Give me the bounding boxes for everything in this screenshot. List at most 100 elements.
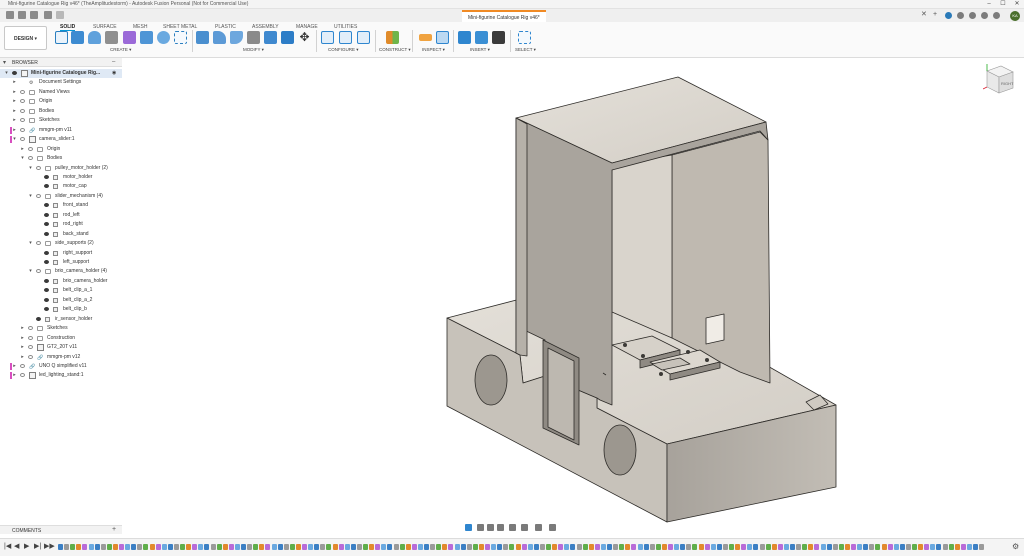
chevron-down-icon[interactable]: ▾ bbox=[28, 193, 33, 199]
browser-item[interactable]: ▾ Bodies bbox=[0, 154, 122, 163]
timeline-feature-icon[interactable] bbox=[485, 544, 490, 550]
timeline-feature-icon[interactable] bbox=[289, 544, 295, 550]
mirror-icon[interactable] bbox=[174, 31, 187, 44]
visibility-eye-icon[interactable] bbox=[36, 193, 41, 198]
fit-icon[interactable] bbox=[509, 524, 516, 531]
fillet-icon[interactable] bbox=[213, 31, 226, 44]
activate-radio-icon[interactable]: ◉ bbox=[112, 70, 116, 76]
timeline-feature-icon[interactable] bbox=[924, 544, 930, 550]
chevron-right-icon[interactable]: ▸ bbox=[20, 354, 25, 360]
timeline-feature-icon[interactable] bbox=[491, 544, 497, 550]
split-body-icon[interactable] bbox=[281, 31, 294, 44]
timeline-feature-icon[interactable] bbox=[161, 544, 167, 550]
inspect-menu[interactable]: INSPECT ▾ bbox=[422, 47, 445, 53]
timeline-feature-icon[interactable] bbox=[668, 544, 673, 550]
timeline-feature-icon[interactable] bbox=[167, 544, 173, 550]
timeline-feature-icon[interactable] bbox=[259, 544, 265, 550]
timeline-feature-icon[interactable] bbox=[692, 544, 698, 550]
timeline-feature-icon[interactable] bbox=[381, 544, 387, 550]
timeline-feature-icon[interactable] bbox=[607, 544, 612, 550]
timeline-feature-icon[interactable] bbox=[363, 544, 368, 550]
timeline-feature-icon[interactable] bbox=[149, 544, 155, 550]
browser-item[interactable]: ▸ Bodies bbox=[0, 107, 122, 116]
new-tab-icon[interactable]: + bbox=[933, 11, 941, 19]
timeline-feature-icon[interactable] bbox=[192, 544, 198, 550]
timeline-feature-icon[interactable] bbox=[698, 544, 704, 550]
timeline-feature-icon[interactable] bbox=[716, 544, 722, 550]
timeline-feature-icon[interactable] bbox=[228, 544, 234, 550]
visibility-eye-icon[interactable] bbox=[20, 89, 25, 94]
workspace-switcher[interactable]: DESIGN ▾ bbox=[4, 26, 47, 50]
tab-utilities[interactable]: UTILITIES bbox=[334, 24, 357, 30]
timeline-feature-icon[interactable] bbox=[265, 544, 271, 550]
visibility-eye-icon[interactable] bbox=[20, 108, 25, 113]
visibility-eye-icon[interactable] bbox=[44, 184, 49, 189]
visibility-eye-icon[interactable] bbox=[28, 354, 33, 359]
timeline-feature-icon[interactable] bbox=[198, 544, 204, 550]
browser-item[interactable]: rod_left bbox=[0, 211, 122, 220]
look-at-icon[interactable] bbox=[477, 524, 484, 531]
chevron-right-icon[interactable]: ▸ bbox=[12, 98, 17, 104]
browser-item[interactable]: ▸ led_lighting_stand:1 bbox=[0, 371, 122, 380]
browser-item[interactable]: belt_clip_a_1 bbox=[0, 286, 122, 295]
timeline-feature-icon[interactable] bbox=[533, 544, 539, 550]
timeline-feature-icon[interactable] bbox=[729, 544, 734, 550]
timeline-feature-icon[interactable] bbox=[893, 544, 899, 550]
chevron-right-icon[interactable]: ▸ bbox=[12, 79, 17, 85]
timeline-feature-icon[interactable] bbox=[960, 544, 966, 550]
chevron-right-icon[interactable]: ▸ bbox=[12, 108, 17, 114]
timeline-feature-icon[interactable] bbox=[783, 544, 789, 550]
timeline-feature-icon[interactable] bbox=[308, 544, 314, 550]
timeline-feature-icon[interactable] bbox=[64, 544, 70, 550]
add-comment-icon[interactable]: + bbox=[112, 526, 116, 533]
comments-panel[interactable]: COMMENTS + bbox=[0, 525, 122, 534]
canvas-viewport[interactable] bbox=[122, 58, 1024, 524]
timeline-feature-icon[interactable] bbox=[326, 544, 332, 550]
timeline-feature-icon[interactable] bbox=[875, 544, 881, 550]
timeline-feature-icon[interactable] bbox=[686, 544, 692, 550]
timeline-feature-icon[interactable] bbox=[808, 544, 814, 550]
timeline-feature-icon[interactable] bbox=[332, 544, 338, 550]
notifications-icon[interactable] bbox=[981, 12, 988, 19]
model-render[interactable] bbox=[122, 58, 1024, 524]
visibility-eye-icon[interactable] bbox=[20, 137, 25, 142]
timeline-start-button[interactable]: |◀ bbox=[4, 542, 11, 550]
timeline-feature-icon[interactable] bbox=[625, 544, 631, 550]
timeline-feature-icon[interactable] bbox=[747, 544, 753, 550]
display-settings-icon[interactable] bbox=[521, 524, 528, 531]
timeline-feature-icon[interactable] bbox=[503, 544, 509, 550]
offset-plane-icon[interactable] bbox=[386, 31, 399, 44]
timeline-back-button[interactable]: ◀ bbox=[14, 542, 19, 550]
timeline-feature-icon[interactable] bbox=[387, 544, 393, 550]
close-window-button[interactable]: ✕ bbox=[1010, 0, 1024, 9]
visibility-eye-icon[interactable] bbox=[44, 297, 49, 302]
tab-plastic[interactable]: PLASTIC bbox=[215, 24, 236, 30]
timeline-feature-icon[interactable] bbox=[570, 544, 576, 550]
timeline-feature-icon[interactable] bbox=[70, 544, 76, 550]
timeline-feature-icon[interactable] bbox=[186, 544, 192, 550]
browser-item[interactable]: ▸ 🔗 UNO Q simplified v11 bbox=[0, 362, 122, 371]
timeline-feature-icon[interactable] bbox=[600, 544, 606, 550]
timeline-feature-icon[interactable] bbox=[552, 544, 558, 550]
timeline-feature-icon[interactable] bbox=[838, 544, 844, 550]
chevron-down-icon[interactable]: ▾ bbox=[3, 59, 6, 66]
timeline-feature-icon[interactable] bbox=[241, 544, 246, 550]
timeline-feature-icon[interactable] bbox=[204, 544, 210, 550]
timeline-feature-icon[interactable] bbox=[515, 544, 521, 550]
extrude-icon[interactable] bbox=[71, 31, 84, 44]
browser-item[interactable]: ▸ ⚙ Document Settings bbox=[0, 78, 122, 87]
timeline-feature-icon[interactable] bbox=[295, 544, 301, 550]
visibility-eye-icon[interactable] bbox=[36, 241, 41, 246]
browser-item[interactable]: ▸ 🔗 mmgm-pm v12 bbox=[0, 353, 122, 362]
timeline-feature-icon[interactable] bbox=[320, 544, 326, 550]
timeline-feature-icon[interactable] bbox=[973, 544, 978, 550]
measure-icon[interactable] bbox=[419, 34, 432, 41]
visibility-eye-icon[interactable] bbox=[20, 373, 25, 378]
timeline-feature-icon[interactable] bbox=[637, 544, 643, 550]
timeline-feature-icon[interactable] bbox=[216, 544, 222, 550]
timeline-feature-icon[interactable] bbox=[576, 544, 582, 550]
timeline-feature-icon[interactable] bbox=[94, 544, 100, 550]
collapse-icon[interactable]: – bbox=[112, 59, 115, 65]
chevron-right-icon[interactable]: ▸ bbox=[12, 372, 17, 378]
timeline-feature-icon[interactable] bbox=[106, 544, 112, 550]
